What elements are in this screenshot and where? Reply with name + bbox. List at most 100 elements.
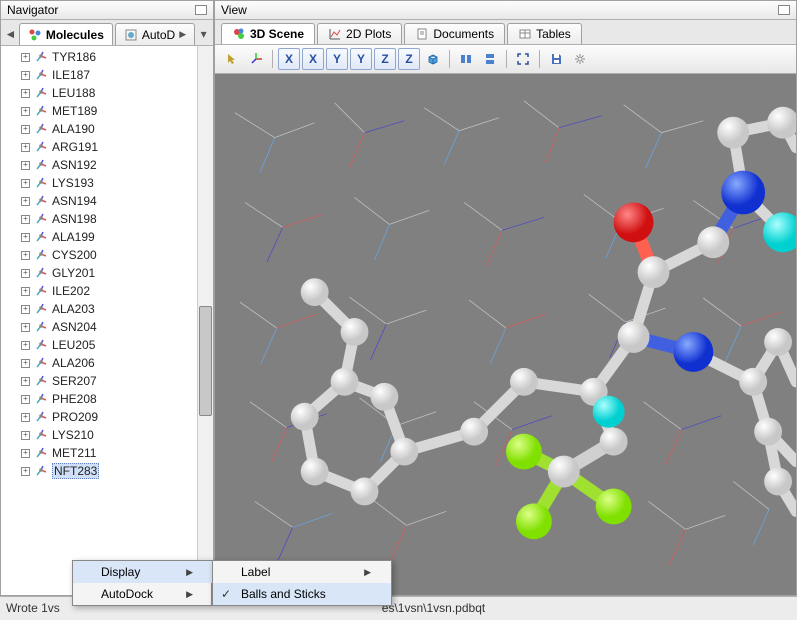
expand-icon[interactable]: + <box>21 341 30 350</box>
expand-icon[interactable]: + <box>21 323 30 332</box>
expand-icon[interactable]: + <box>21 161 30 170</box>
tree-item[interactable]: +MET189 <box>1 102 197 120</box>
tool-settings[interactable] <box>569 48 591 70</box>
submenu-arrow-icon: ▶ <box>186 589 193 600</box>
expand-icon[interactable]: + <box>21 467 30 476</box>
tree-item[interactable]: + ILE202 <box>1 282 197 300</box>
expand-icon[interactable]: + <box>21 377 30 386</box>
molecule-tree[interactable]: +TYR186+ILE187+LEU188+MET189+ALA190+ARG1… <box>1 46 197 595</box>
residue-icon <box>34 122 48 136</box>
tool-fullscreen[interactable] <box>512 48 534 70</box>
tool-axis-y-neg[interactable]: Y <box>350 48 372 70</box>
tool-cube[interactable] <box>422 48 444 70</box>
expand-icon[interactable]: + <box>21 449 30 458</box>
tree-item[interactable]: +LEU188 <box>1 84 197 102</box>
tree-item-label: ILE202 <box>52 284 90 298</box>
tree-scrollbar[interactable] <box>197 46 213 595</box>
tree-item-label: ALA203 <box>52 302 95 316</box>
tree-item[interactable]: +GLY201 <box>1 264 197 282</box>
view-header: View <box>215 1 796 20</box>
tab-scroll-left[interactable]: ◄ <box>4 23 17 45</box>
tree-item[interactable]: +ALA190 <box>1 120 197 138</box>
residue-icon <box>34 230 48 244</box>
expand-icon[interactable]: + <box>21 197 30 206</box>
tool-split-v[interactable] <box>479 48 501 70</box>
residue-icon <box>34 428 48 442</box>
expand-icon[interactable]: + <box>21 413 30 422</box>
tree-item[interactable]: +ARG191 <box>1 138 197 156</box>
tool-axis-z-neg[interactable]: Z <box>398 48 420 70</box>
residue-icon <box>34 158 48 172</box>
tree-item[interactable]: +ALA199 <box>1 228 197 246</box>
expand-icon[interactable]: + <box>21 287 30 296</box>
residue-icon <box>34 104 48 118</box>
tab-3d-label: 3D Scene <box>250 27 304 41</box>
expand-icon[interactable]: + <box>21 179 30 188</box>
tree-item[interactable]: +ASN194 <box>1 192 197 210</box>
tab-tables[interactable]: Tables <box>507 23 582 44</box>
navigator-panel: Navigator ◄ Molecules AutoD ▶ ▾ +TYR186+… <box>0 0 214 596</box>
tree-item[interactable]: +CYS200 <box>1 246 197 264</box>
menu-balls-and-sticks[interactable]: ✓ Balls and Sticks <box>213 583 391 605</box>
residue-icon <box>34 410 48 424</box>
menu-autodock[interactable]: AutoDock ▶ <box>73 583 213 605</box>
tree-item-label: SER207 <box>52 374 97 388</box>
tree-item[interactable]: +PRO209 <box>1 408 197 426</box>
expand-icon[interactable]: + <box>21 251 30 260</box>
tool-axis-y-pos[interactable]: Y <box>326 48 348 70</box>
tree-item[interactable]: +NFT283 <box>1 462 197 480</box>
expand-icon[interactable]: + <box>21 125 30 134</box>
expand-icon[interactable]: + <box>21 233 30 242</box>
tab-documents[interactable]: Documents <box>404 23 505 44</box>
view-minimize-icon[interactable] <box>778 5 790 15</box>
expand-icon[interactable]: + <box>21 89 30 98</box>
expand-icon[interactable]: + <box>21 359 30 368</box>
tree-item[interactable]: +TYR186 <box>1 48 197 66</box>
tool-save[interactable] <box>545 48 567 70</box>
tree-item[interactable]: +ALA206 <box>1 354 197 372</box>
status-text-left: Wrote 1vs <box>6 601 60 615</box>
expand-icon[interactable]: + <box>21 143 30 152</box>
tab-autodock[interactable]: AutoD ▶ <box>115 23 195 45</box>
expand-icon[interactable]: + <box>21 53 30 62</box>
expand-icon[interactable]: + <box>21 269 30 278</box>
tree-item-label: LEU205 <box>52 338 95 352</box>
tree-item[interactable]: +LYS210 <box>1 426 197 444</box>
tree-item[interactable]: +ILE187 <box>1 66 197 84</box>
expand-icon[interactable]: + <box>21 71 30 80</box>
menu-display[interactable]: Display ▶ <box>73 561 213 583</box>
tool-pointer[interactable] <box>221 48 243 70</box>
tool-split-h[interactable] <box>455 48 477 70</box>
tree-item[interactable]: +LYS193 <box>1 174 197 192</box>
menu-label[interactable]: Label ▶ <box>213 561 391 583</box>
expand-icon[interactable]: + <box>21 215 30 224</box>
expand-icon[interactable]: + <box>21 395 30 404</box>
tree-item[interactable]: + ALA203 <box>1 300 197 318</box>
tool-axis-z-pos[interactable]: Z <box>374 48 396 70</box>
tree-item[interactable]: +ASN192 <box>1 156 197 174</box>
tool-axes[interactable] <box>245 48 267 70</box>
expand-icon[interactable]: + <box>21 305 30 314</box>
3d-viewport[interactable] <box>215 74 796 595</box>
tool-axis-x-neg[interactable]: X <box>302 48 324 70</box>
tab-3d-scene[interactable]: 3D Scene <box>221 23 315 44</box>
expand-icon[interactable]: + <box>21 107 30 116</box>
scrollbar-thumb[interactable] <box>199 306 212 416</box>
submenu-arrow-icon: ▶ <box>186 567 193 578</box>
tab-molecules[interactable]: Molecules <box>19 23 113 45</box>
tool-axis-x-pos[interactable]: X <box>278 48 300 70</box>
tree-item[interactable]: +MET211 <box>1 444 197 462</box>
tree-item[interactable]: + LEU205 <box>1 336 197 354</box>
tree-item[interactable]: +PHE208 <box>1 390 197 408</box>
tree-item[interactable]: +ASN204 <box>1 318 197 336</box>
residue-icon <box>34 212 48 226</box>
minimize-icon[interactable] <box>195 5 207 15</box>
expand-icon[interactable]: + <box>21 431 30 440</box>
tree-item-label: ASN198 <box>52 212 97 226</box>
residue-icon <box>34 284 48 298</box>
tab-dropdown[interactable]: ▾ <box>197 23 210 45</box>
tab-2d-plots[interactable]: 2D Plots <box>317 23 402 44</box>
tree-item[interactable]: + SER207 <box>1 372 197 390</box>
tree-item[interactable]: + ASN198 <box>1 210 197 228</box>
residue-icon <box>34 194 48 208</box>
